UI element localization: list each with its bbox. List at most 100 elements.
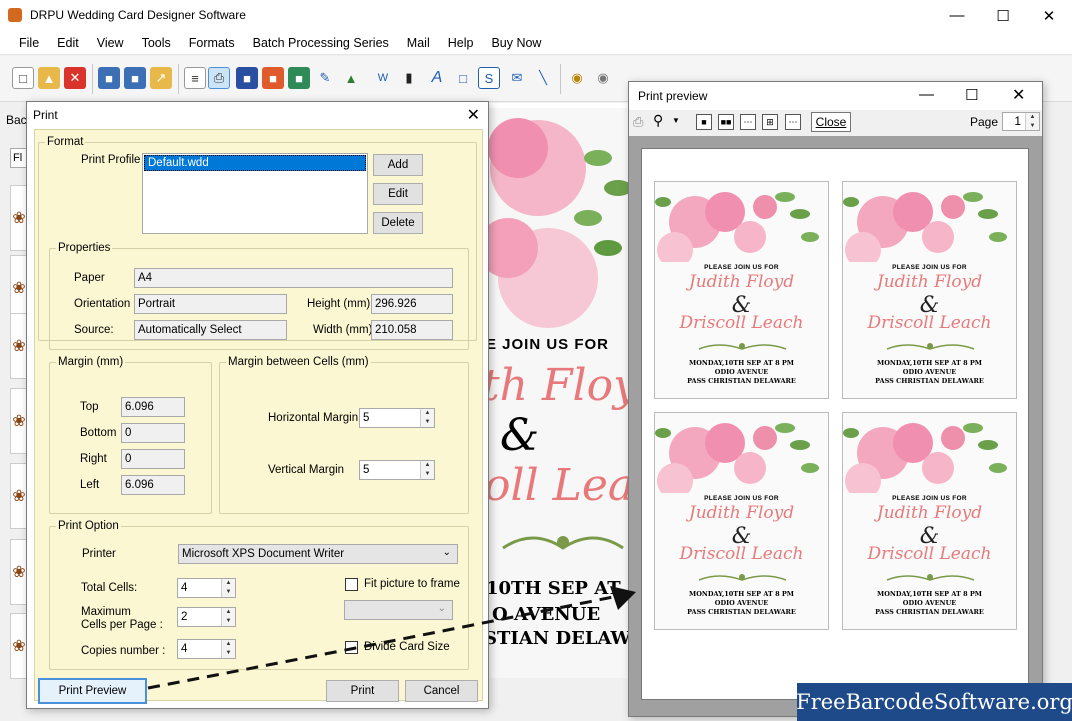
three-pages-icon[interactable]: ⋯: [740, 114, 756, 130]
margin-top-field[interactable]: 6.096: [121, 397, 185, 417]
card-invite: PLEASE JOIN US FOR: [704, 495, 779, 502]
width-field: 210.058: [371, 320, 453, 340]
barcode-icon[interactable]: ▮: [398, 67, 420, 89]
minimize-icon[interactable]: —: [934, 0, 980, 31]
preview-card: PLEASE JOIN US FOR Judith Floyd & Drisco…: [654, 412, 829, 630]
database-icon[interactable]: ◉: [566, 67, 588, 89]
pen-icon[interactable]: ✎: [314, 67, 336, 89]
menu-file[interactable]: File: [10, 36, 48, 50]
image-icon[interactable]: ■: [288, 67, 310, 89]
vertical-margin-label: Vertical Margin: [268, 464, 345, 476]
preview-card: PLEASE JOIN US FOR Judith Floyd & Drisco…: [842, 412, 1017, 630]
printer-value: Microsoft XPS Document Writer: [182, 548, 345, 560]
preview-page: PLEASE JOIN US FOR Judith Floyd & Drisco…: [641, 148, 1029, 700]
horizontal-margin-label: Horizontal Margin: [268, 412, 359, 424]
watermark-icon[interactable]: W: [372, 67, 394, 89]
spinner-arrows-icon[interactable]: ▲ ▼: [420, 409, 434, 427]
line-icon[interactable]: ╲: [532, 67, 554, 89]
cell-margin-group: Margin between Cells (mm): [219, 356, 469, 514]
print-icon[interactable]: ⎙: [633, 114, 643, 130]
page-stepper[interactable]: 1 ▲ ▼: [1002, 112, 1040, 131]
card-name1: Judith Floyd: [876, 503, 983, 523]
bg-amp: &: [500, 410, 540, 461]
preview-canvas[interactable]: PLEASE JOIN US FOR Judith Floyd & Drisco…: [629, 136, 1042, 716]
edit-profile-button[interactable]: Edit: [373, 183, 423, 205]
margin-bottom-field[interactable]: 0: [121, 423, 185, 443]
page-value: 1: [1014, 114, 1021, 128]
four-pages-icon[interactable]: ⊞: [762, 114, 778, 130]
print-preview-button[interactable]: Print Preview: [38, 678, 147, 704]
maximize-icon[interactable]: ☐: [965, 86, 978, 104]
print-icon[interactable]: ⎙: [208, 67, 230, 89]
new-icon[interactable]: □: [12, 67, 34, 89]
print-profile-item[interactable]: Default.wdd: [144, 155, 366, 171]
shape-icon[interactable]: ▲: [340, 67, 362, 89]
template-strip: Bac Fl ❀ ❀ ❀ ❀ ❀ ❀ ❀: [0, 103, 28, 703]
paper-field: A4: [134, 268, 453, 288]
close-icon[interactable]: ✕: [1012, 85, 1025, 105]
close-file-icon[interactable]: ✕: [64, 67, 86, 89]
bg-invite: E JOIN US FOR: [488, 336, 610, 353]
bg-name2: oll Leac: [488, 460, 638, 511]
margin-left-label: Left: [80, 479, 100, 491]
text-icon[interactable]: A: [426, 67, 448, 89]
margin-right-field[interactable]: 0: [121, 449, 185, 469]
menu-tools[interactable]: Tools: [133, 36, 180, 50]
card-name1: Judith Floyd: [688, 503, 795, 523]
menu-help[interactable]: Help: [439, 36, 483, 50]
preview-toolbar: ⎙ ⚲ ▼ ■ ■■ ⋯ ⊞ ⋯ Close Page 1 ▲ ▼: [629, 110, 1042, 134]
card-address1: ODIO AVENUE: [902, 599, 957, 607]
menu-edit[interactable]: Edit: [48, 36, 88, 50]
card-name1: Judith Floyd: [688, 272, 795, 292]
menu-mail[interactable]: Mail: [398, 36, 439, 50]
export-icon[interactable]: ↗: [150, 67, 172, 89]
menu-batch-processing[interactable]: Batch Processing Series: [244, 36, 398, 50]
document-icon[interactable]: □: [452, 67, 474, 89]
chevron-down-icon: ⌄: [442, 547, 451, 558]
delete-profile-button[interactable]: Delete: [373, 212, 423, 234]
chevron-down-icon[interactable]: ▼: [672, 116, 680, 125]
six-pages-icon[interactable]: ⋯: [785, 114, 801, 130]
card-name1: Judith Floyd: [876, 272, 983, 292]
orientation-field: Portrait: [134, 294, 287, 314]
preview-card: PLEASE JOIN US FOR Judith Floyd & Drisco…: [842, 181, 1017, 399]
page-setup-icon[interactable]: ≡: [184, 67, 206, 89]
zoom-icon[interactable]: ⚲: [653, 112, 663, 129]
database-settings-icon[interactable]: ◉: [592, 67, 614, 89]
print-batch-icon[interactable]: ■: [236, 67, 258, 89]
spinner-arrows-icon[interactable]: ▲ ▼: [1025, 113, 1039, 130]
vertical-margin-stepper[interactable]: 5 ▲ ▼: [359, 460, 435, 480]
save-as-icon[interactable]: ■: [124, 67, 146, 89]
margin-right-label: Right: [80, 453, 107, 465]
card-date: MONDAY,10TH SEP AT 8 PM: [877, 590, 982, 598]
main-titlebar: DRPU Wedding Card Designer Software — ☐ …: [0, 0, 1072, 31]
card-name2: Driscoll Leach: [679, 544, 804, 564]
close-icon[interactable]: ✕: [1026, 0, 1072, 31]
menu-buy-now[interactable]: Buy Now: [482, 36, 550, 50]
save-icon[interactable]: ■: [98, 67, 120, 89]
maximize-icon[interactable]: ☐: [980, 0, 1026, 31]
close-preview-button[interactable]: Close: [811, 112, 851, 132]
height-field: 296.926: [371, 294, 453, 314]
close-icon[interactable]: ✕: [467, 105, 480, 125]
two-pages-icon[interactable]: ■■: [718, 114, 734, 130]
mail-icon[interactable]: ✉: [506, 67, 528, 89]
horizontal-margin-stepper[interactable]: 5 ▲ ▼: [359, 408, 435, 428]
minimize-icon[interactable]: —: [919, 86, 934, 103]
margin-left-field[interactable]: 6.096: [121, 475, 185, 495]
menu-formats[interactable]: Formats: [180, 36, 244, 50]
gift-icon[interactable]: ■: [262, 67, 284, 89]
arrow-annotation: [147, 586, 636, 690]
add-profile-button[interactable]: Add: [373, 154, 423, 176]
curve-text-icon[interactable]: S: [478, 67, 500, 89]
print-profile-list[interactable]: Default.wdd: [142, 153, 368, 234]
printer-select[interactable]: Microsoft XPS Document Writer ⌄: [178, 544, 458, 564]
menu-view[interactable]: View: [88, 36, 133, 50]
card-address2: PASS CHRISTIAN DELAWARE: [875, 608, 984, 616]
orientation-label: Orientation: [74, 298, 131, 310]
cell-margin-legend: Margin between Cells (mm): [228, 356, 369, 368]
one-page-icon[interactable]: ■: [696, 114, 712, 130]
card-address1: ODIO AVENUE: [902, 368, 957, 376]
spinner-arrows-icon[interactable]: ▲ ▼: [420, 461, 434, 479]
open-icon[interactable]: ▲: [38, 67, 60, 89]
